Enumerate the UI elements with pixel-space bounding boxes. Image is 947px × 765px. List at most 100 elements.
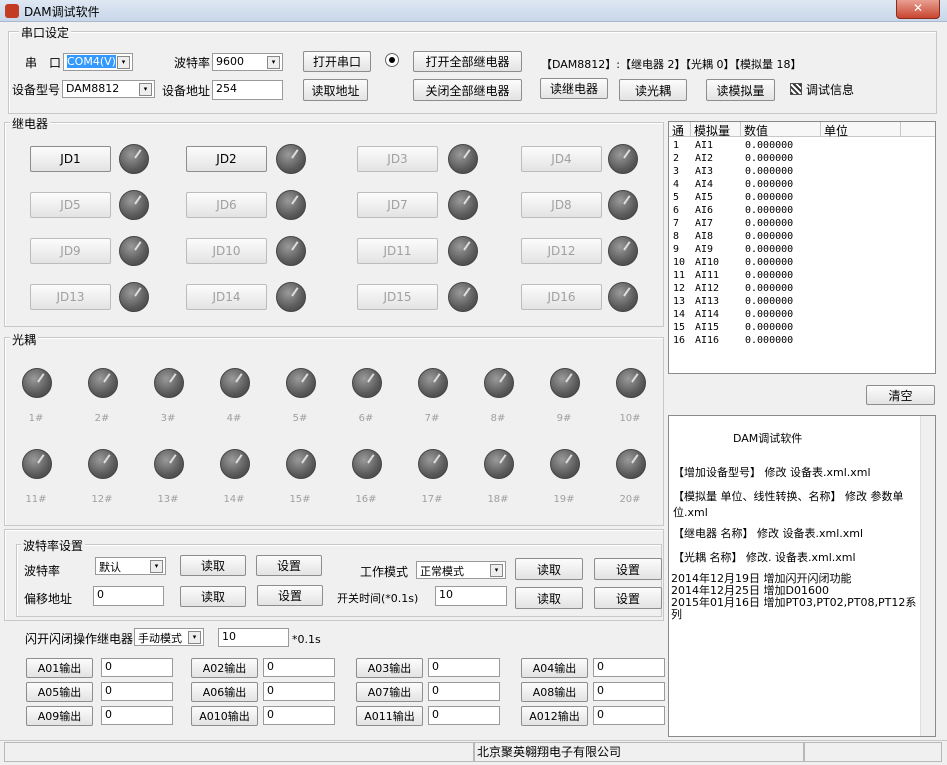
table-row[interactable]: 13 AI13 0.000000	[669, 296, 935, 309]
ao-output-button[interactable]: A010输出	[191, 706, 258, 726]
ao-output-button[interactable]: A012输出	[521, 706, 588, 726]
ao-value-input[interactable]: 0	[428, 682, 500, 701]
ao-output-button[interactable]: A04输出	[521, 658, 588, 678]
table-row[interactable]: 9 AI9 0.000000	[669, 244, 935, 257]
relay-indicator-icon	[119, 144, 149, 174]
read-opto-button[interactable]: 读光耦	[619, 79, 687, 101]
relay-button-jd7[interactable]: JD7	[357, 192, 438, 218]
offset-read-button[interactable]: 读取	[180, 586, 246, 607]
table-cell: AI4	[695, 179, 714, 190]
baud-select[interactable]: 9600 ▾	[212, 53, 283, 71]
relay-button-jd10[interactable]: JD10	[186, 238, 267, 264]
table-row[interactable]: 7 AI7 0.000000	[669, 218, 935, 231]
ao-value-input[interactable]: 0	[263, 658, 335, 677]
relay-button-jd16[interactable]: JD16	[521, 284, 602, 310]
close-button[interactable]: ✕	[896, 0, 940, 19]
read-relay-button[interactable]: 读继电器	[540, 78, 608, 99]
baud-setting-select[interactable]: 默认 ▾	[95, 557, 166, 575]
offset-input[interactable]: 0	[93, 586, 164, 606]
ao-value-input[interactable]: 0	[593, 682, 665, 701]
table-header[interactable]: 通	[669, 122, 691, 138]
table-row[interactable]: 14 AI14 0.000000	[669, 309, 935, 322]
table-row[interactable]: 8 AI8 0.000000	[669, 231, 935, 244]
switch-time-input[interactable]: 10	[435, 586, 507, 606]
model-value: DAM8812	[66, 82, 120, 95]
mode-read-button[interactable]: 读取	[515, 558, 583, 580]
ao-output-button[interactable]: A08输出	[521, 682, 588, 702]
log-scrollbar[interactable]	[920, 416, 935, 736]
ao-value-input[interactable]: 0	[428, 706, 500, 725]
ao-value-input[interactable]: 0	[101, 658, 173, 677]
flash-time-input[interactable]: 10	[218, 628, 289, 647]
log-panel[interactable]: DAM调试软件 【增加设备型号】 修改 设备表.xml.xml 【模拟量 单位、…	[668, 415, 936, 737]
relay-button-jd2[interactable]: JD2	[186, 146, 267, 172]
table-row[interactable]: 11 AI11 0.000000	[669, 270, 935, 283]
relay-button-jd3[interactable]: JD3	[357, 146, 438, 172]
mode-set-button[interactable]: 设置	[594, 558, 662, 580]
relay-button-jd14[interactable]: JD14	[186, 284, 267, 310]
mode-select[interactable]: 正常模式 ▾	[416, 561, 506, 579]
switch-set-button[interactable]: 设置	[594, 587, 662, 609]
relay-button-jd1[interactable]: JD1	[30, 146, 111, 172]
relay-button-jd12[interactable]: JD12	[521, 238, 602, 264]
relay-button-jd13[interactable]: JD13	[30, 284, 111, 310]
analog-table[interactable]: 通 模拟量 数值 单位 1 AI1 0.000000 2 AI2 0.000000 3 AI3…	[668, 121, 936, 374]
ao-output-button[interactable]: A02输出	[191, 658, 258, 678]
offset-set-button[interactable]: 设置	[257, 585, 323, 606]
chevron-down-icon: ▾	[139, 83, 152, 96]
relay-button-jd5[interactable]: JD5	[30, 192, 111, 218]
table-header[interactable]: 数值	[741, 122, 821, 138]
debug-checkbox[interactable]	[790, 83, 802, 95]
ao-value-input[interactable]: 0	[593, 706, 665, 725]
table-row[interactable]: 2 AI2 0.000000	[669, 153, 935, 166]
flash-mode-select[interactable]: 手动模式 ▾	[134, 628, 204, 646]
ao-output-button[interactable]: A09输出	[26, 706, 93, 726]
table-row[interactable]: 16 AI16 0.000000	[669, 335, 935, 348]
open-all-relays-button[interactable]: 打开全部继电器	[413, 51, 522, 72]
ao-value-input[interactable]: 0	[263, 706, 335, 725]
ao-output-button[interactable]: A07输出	[356, 682, 423, 702]
baud-set-button[interactable]: 设置	[256, 555, 322, 576]
ao-output-button[interactable]: A05输出	[26, 682, 93, 702]
table-row[interactable]: 6 AI6 0.000000	[669, 205, 935, 218]
relay-button-jd4[interactable]: JD4	[521, 146, 602, 172]
relay-button-jd6[interactable]: JD6	[186, 192, 267, 218]
baud-read-button[interactable]: 读取	[180, 555, 246, 576]
app-icon	[5, 4, 19, 18]
clear-button[interactable]: 清空	[866, 385, 935, 405]
table-header[interactable]: 模拟量	[691, 122, 741, 138]
model-select[interactable]: DAM8812 ▾	[62, 80, 155, 98]
ao-output-button[interactable]: A06输出	[191, 682, 258, 702]
relay-button-jd8[interactable]: JD8	[521, 192, 602, 218]
table-row[interactable]: 3 AI3 0.000000	[669, 166, 935, 179]
table-row[interactable]: 15 AI15 0.000000	[669, 322, 935, 335]
read-analog-button[interactable]: 读模拟量	[706, 79, 775, 101]
ao-value-input[interactable]: 0	[101, 706, 173, 725]
model-label: 设备型号	[12, 83, 61, 97]
relay-button-jd15[interactable]: JD15	[357, 284, 438, 310]
table-row[interactable]: 1 AI1 0.000000	[669, 140, 935, 153]
opto-label: 18#	[487, 494, 509, 505]
ao-value-input[interactable]: 0	[428, 658, 500, 677]
ao-value-input[interactable]: 0	[101, 682, 173, 701]
ao-value-input[interactable]: 0	[593, 658, 665, 677]
ao-output-button[interactable]: A01输出	[26, 658, 93, 678]
port-status-radio[interactable]	[385, 53, 399, 67]
ao-output-button[interactable]: A011输出	[356, 706, 423, 726]
table-row[interactable]: 4 AI4 0.000000	[669, 179, 935, 192]
table-row[interactable]: 12 AI12 0.000000	[669, 283, 935, 296]
read-addr-button[interactable]: 读取地址	[303, 79, 368, 101]
table-row[interactable]: 5 AI5 0.000000	[669, 192, 935, 205]
switch-read-button[interactable]: 读取	[515, 587, 583, 609]
close-all-relays-button[interactable]: 关闭全部继电器	[413, 79, 522, 101]
table-row[interactable]: 10 AI10 0.000000	[669, 257, 935, 270]
relay-button-jd11[interactable]: JD11	[357, 238, 438, 264]
port-select[interactable]: COM4(V) ▾	[63, 53, 133, 71]
ao-value-input[interactable]: 0	[263, 682, 335, 701]
relay-button-jd9[interactable]: JD9	[30, 238, 111, 264]
table-header[interactable]: 单位	[821, 122, 901, 138]
opto-indicator-icon	[352, 368, 382, 398]
open-port-button[interactable]: 打开串口	[303, 51, 371, 72]
ao-output-button[interactable]: A03输出	[356, 658, 423, 678]
addr-input[interactable]: 254	[212, 80, 283, 100]
